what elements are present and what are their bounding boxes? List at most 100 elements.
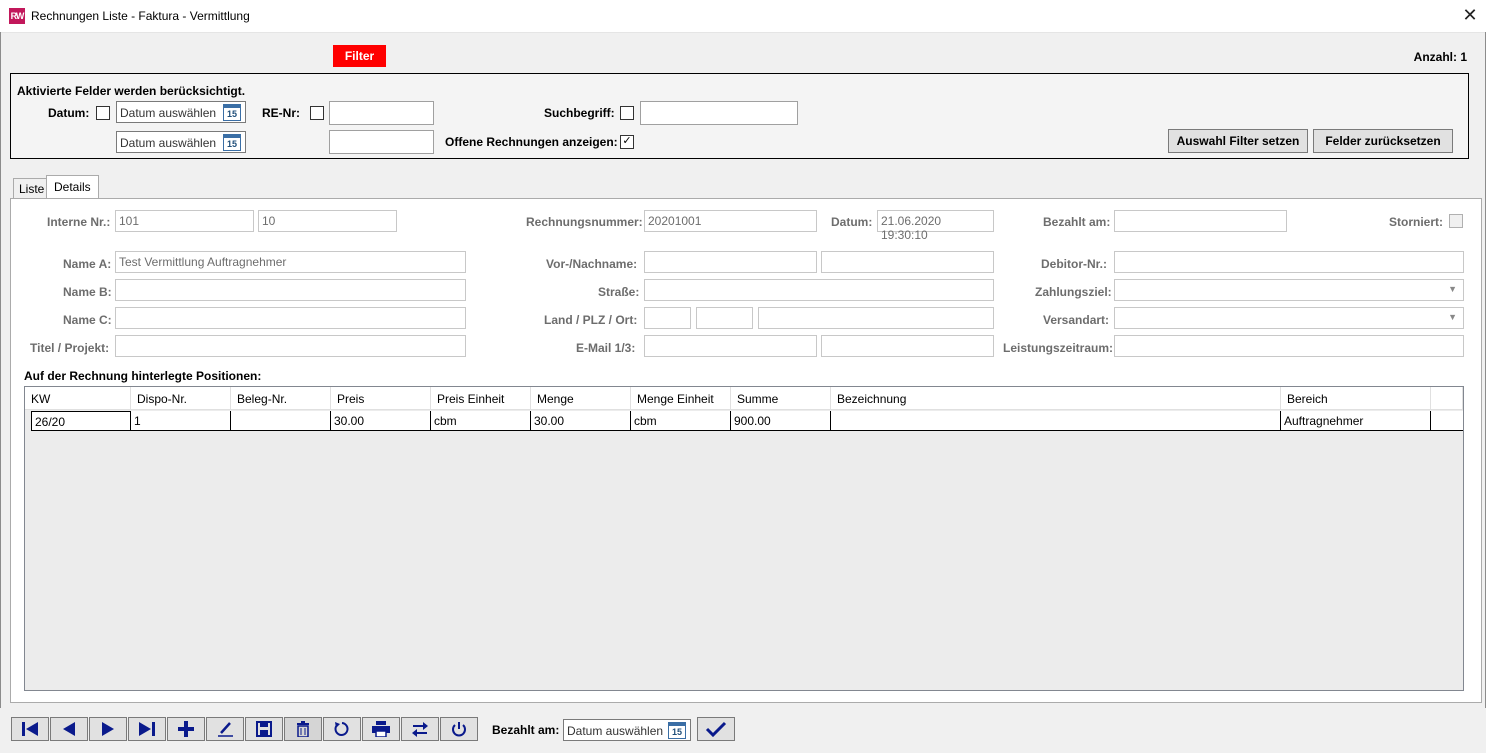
transfer-icon <box>412 722 428 737</box>
first-icon <box>22 722 38 736</box>
column-header-kw[interactable]: KW <box>25 387 131 410</box>
apply-filter-button[interactable]: Auswahl Filter setzen <box>1168 129 1308 153</box>
table-cell[interactable]: 1 <box>131 411 231 431</box>
next-icon <box>102 722 114 736</box>
transfer-button[interactable] <box>401 717 439 741</box>
plz-field[interactable] <box>696 307 753 329</box>
datum-field: 21.06.2020 19:30:10 <box>877 210 994 242</box>
previous-record-button[interactable] <box>50 717 88 741</box>
date-from-picker[interactable]: Datum auswählen 15 <box>116 101 246 123</box>
table-cell[interactable]: cbm <box>431 411 531 431</box>
delete-record-button[interactable] <box>284 717 322 741</box>
confirm-button[interactable] <box>697 717 735 741</box>
power-icon <box>452 722 466 737</box>
table-cell[interactable]: 30.00 <box>331 411 431 431</box>
column-header-beleg[interactable]: Beleg-Nr. <box>231 387 331 410</box>
calendar-icon[interactable]: 15 <box>668 722 686 739</box>
table-cell[interactable]: 26/20 <box>31 411 131 431</box>
edit-icon <box>218 722 233 737</box>
renr-filter-checkbox[interactable] <box>310 106 324 120</box>
versandart-dropdown[interactable]: ▼ <box>1114 307 1464 329</box>
column-header-dispo[interactable]: Dispo-Nr. <box>131 387 231 410</box>
tab-liste[interactable]: Liste <box>13 178 51 198</box>
exit-button[interactable] <box>440 717 478 741</box>
storniert-checkbox <box>1449 214 1463 228</box>
calendar-icon[interactable]: 15 <box>223 104 241 121</box>
first-record-button[interactable] <box>11 717 49 741</box>
vorname-field[interactable] <box>644 251 817 273</box>
prev-icon <box>63 722 75 736</box>
column-header-menge-einheit[interactable]: Menge Einheit <box>631 387 731 410</box>
last-record-button[interactable] <box>128 717 166 741</box>
save-icon <box>256 721 272 737</box>
suchbegriff-input[interactable] <box>640 101 798 125</box>
email-1-field[interactable] <box>644 335 817 357</box>
suchbegriff-checkbox[interactable] <box>620 106 634 120</box>
renr-from-input[interactable] <box>329 101 434 125</box>
titel-projekt-field[interactable] <box>115 335 466 357</box>
strasse-field[interactable] <box>644 279 994 301</box>
tab-details[interactable]: Details <box>46 175 99 198</box>
app-logo-icon: RW <box>9 8 25 24</box>
name-a-field[interactable]: Test Vermittlung Auftragnehmer <box>115 251 466 273</box>
debitor-nr-field[interactable] <box>1114 251 1464 273</box>
offene-rechnungen-checkbox[interactable]: ✓ <box>620 135 634 149</box>
interne-nr-field-1: 101 <box>115 210 254 232</box>
table-cell[interactable] <box>831 411 1281 431</box>
table-cell[interactable]: 30.00 <box>531 411 631 431</box>
land-field[interactable] <box>644 307 691 329</box>
rechnungsnummer-field: 20201001 <box>644 210 817 232</box>
add-record-button[interactable] <box>167 717 205 741</box>
datum-label: Datum: <box>831 215 873 229</box>
column-header-bezeichnung[interactable]: Bezeichnung <box>831 387 1281 410</box>
add-icon <box>178 721 194 737</box>
calendar-icon[interactable]: 15 <box>223 134 241 151</box>
land-plz-ort-label: Land / PLZ / Ort: <box>544 313 638 327</box>
edit-record-button[interactable] <box>206 717 244 741</box>
table-cell[interactable]: cbm <box>631 411 731 431</box>
date-to-text: Datum auswählen <box>120 136 217 150</box>
date-to-picker[interactable]: Datum auswählen 15 <box>116 131 246 153</box>
zahlungsziel-label: Zahlungsziel: <box>1035 285 1112 299</box>
versandart-label: Versandart: <box>1043 313 1110 327</box>
column-header-summe[interactable]: Summe <box>731 387 831 410</box>
renr-to-input[interactable] <box>329 130 434 154</box>
refresh-icon <box>334 722 349 736</box>
bezahlt-am-bottom-label: Bezahlt am: <box>492 723 560 737</box>
nachname-field[interactable] <box>821 251 994 273</box>
column-header-preis[interactable]: Preis <box>331 387 431 410</box>
leistungszeitraum-label: Leistungszeitraum: <box>1003 341 1114 355</box>
column-header-preis-einheit[interactable]: Preis Einheit <box>431 387 531 410</box>
bezahlt-am-field <box>1114 210 1287 232</box>
column-header-filler <box>1431 387 1463 410</box>
ort-field[interactable] <box>758 307 994 329</box>
save-record-button[interactable] <box>245 717 283 741</box>
positions-grid[interactable]: KW Dispo-Nr. Beleg-Nr. Preis Preis Einhe… <box>24 386 1464 691</box>
next-record-button[interactable] <box>89 717 127 741</box>
table-cell[interactable] <box>231 411 331 431</box>
email-3-field[interactable] <box>821 335 994 357</box>
chevron-down-icon: ▼ <box>1448 284 1457 294</box>
table-cell-filler <box>1431 411 1463 431</box>
refresh-button[interactable] <box>323 717 361 741</box>
bezahlt-date-text: Datum auswählen <box>567 724 664 738</box>
column-header-bereich[interactable]: Bereich <box>1281 387 1431 410</box>
reset-fields-button[interactable]: Felder zurücksetzen <box>1313 129 1453 153</box>
filter-button[interactable]: Filter <box>333 45 386 67</box>
close-icon[interactable]: ✕ <box>1458 4 1482 28</box>
print-button[interactable] <box>362 717 400 741</box>
leistungszeitraum-field[interactable] <box>1114 335 1464 357</box>
strasse-label: Straße: <box>598 285 640 299</box>
datum-filter-checkbox[interactable] <box>96 106 110 120</box>
rechnungsnummer-label: Rechnungsnummer: <box>526 215 643 229</box>
table-cell[interactable]: Auftragnehmer <box>1281 411 1431 431</box>
name-b-field[interactable] <box>115 279 466 301</box>
bezahlt-am-date-picker[interactable]: Datum auswählen 15 <box>563 719 691 741</box>
count-label: Anzahl: 1 <box>1413 50 1467 64</box>
chevron-down-icon: ▼ <box>1448 312 1457 322</box>
zahlungsziel-dropdown[interactable]: ▼ <box>1114 279 1464 301</box>
column-header-menge[interactable]: Menge <box>531 387 631 410</box>
table-cell[interactable]: 900.00 <box>731 411 831 431</box>
name-c-field[interactable] <box>115 307 466 329</box>
name-a-label: Name A: <box>63 257 112 271</box>
